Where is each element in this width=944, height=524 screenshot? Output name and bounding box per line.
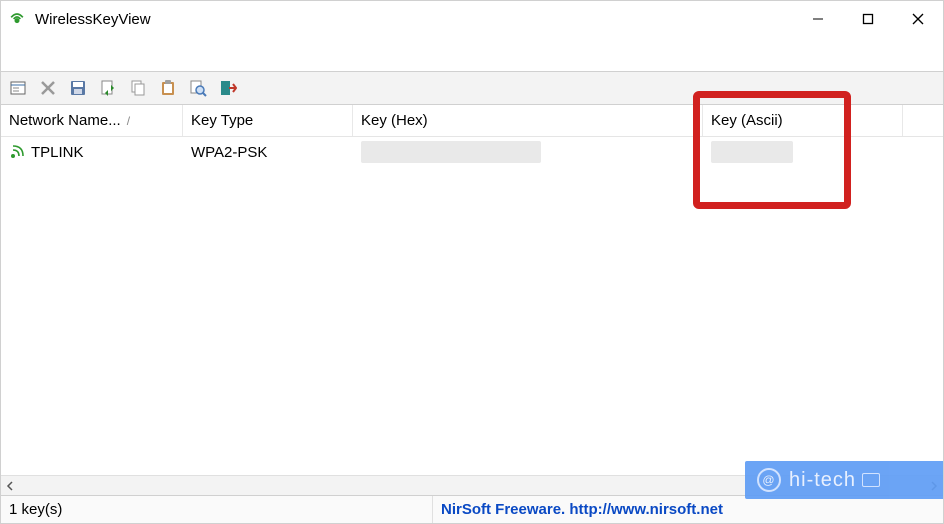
- column-header-label: Key Type: [191, 112, 253, 129]
- network-name-text: TPLINK: [31, 144, 84, 161]
- mail-icon: [862, 473, 880, 487]
- column-header-row: Network Name... / Key Type Key (Hex) Key…: [1, 105, 943, 137]
- column-header-key-hex[interactable]: Key (Hex): [353, 105, 703, 136]
- toolbar: [1, 71, 943, 105]
- refresh-button[interactable]: [95, 75, 121, 101]
- app-icon: [7, 9, 27, 29]
- status-count: 1 key(s): [1, 496, 433, 523]
- exit-button[interactable]: [215, 75, 241, 101]
- properties-button[interactable]: [5, 75, 31, 101]
- copy-icon: [129, 79, 147, 97]
- redacted-hex: [361, 141, 541, 163]
- cell-key-type: WPA2-PSK: [183, 137, 353, 167]
- maximize-button[interactable]: [843, 3, 893, 35]
- exit-icon: [219, 79, 237, 97]
- minimize-icon: [812, 13, 824, 25]
- save-icon: [69, 79, 87, 97]
- menu-bar-area: [1, 37, 943, 71]
- wifi-icon: [9, 144, 25, 160]
- close-icon: [912, 13, 924, 25]
- properties-icon: [9, 79, 27, 97]
- column-header-network-name[interactable]: Network Name... /: [1, 105, 183, 136]
- paste-button[interactable]: [155, 75, 181, 101]
- find-icon: [189, 79, 207, 97]
- window-title: WirelessKeyView: [35, 11, 151, 28]
- column-header-key-type[interactable]: Key Type: [183, 105, 353, 136]
- save-button[interactable]: [65, 75, 91, 101]
- watermark: @ hi-tech: [745, 461, 943, 499]
- status-credit: NirSoft Freeware. http://www.nirsoft.net: [433, 501, 943, 518]
- scroll-left-button[interactable]: [1, 477, 19, 495]
- app-window: WirelessKeyView: [0, 0, 944, 524]
- key-type-text: WPA2-PSK: [191, 144, 267, 161]
- watermark-logo-icon: @: [757, 468, 781, 492]
- column-header-label: Key (Hex): [361, 112, 428, 129]
- maximize-icon: [862, 13, 874, 25]
- table-row[interactable]: TPLINK WPA2-PSK: [1, 137, 943, 167]
- title-bar: WirelessKeyView: [1, 1, 943, 37]
- copy-button[interactable]: [125, 75, 151, 101]
- clipboard-icon: [159, 79, 177, 97]
- cell-key-ascii: [703, 137, 903, 167]
- chevron-left-icon: [5, 481, 15, 491]
- redacted-ascii: [711, 141, 793, 163]
- delete-icon: [39, 79, 57, 97]
- column-header-label: Network Name...: [9, 112, 121, 129]
- column-header-label: Key (Ascii): [711, 112, 783, 129]
- status-bar: 1 key(s) NirSoft Freeware. http://www.ni…: [1, 495, 943, 523]
- delete-button[interactable]: [35, 75, 61, 101]
- find-button[interactable]: [185, 75, 211, 101]
- list-body: TPLINK WPA2-PSK: [1, 137, 943, 475]
- close-button[interactable]: [893, 3, 943, 35]
- cell-key-hex: [353, 137, 703, 167]
- minimize-button[interactable]: [793, 3, 843, 35]
- cell-network-name: TPLINK: [1, 137, 183, 167]
- sort-indicator: /: [127, 114, 130, 128]
- watermark-label: hi-tech: [789, 469, 856, 492]
- column-header-key-ascii[interactable]: Key (Ascii): [703, 105, 903, 136]
- refresh-icon: [99, 79, 117, 97]
